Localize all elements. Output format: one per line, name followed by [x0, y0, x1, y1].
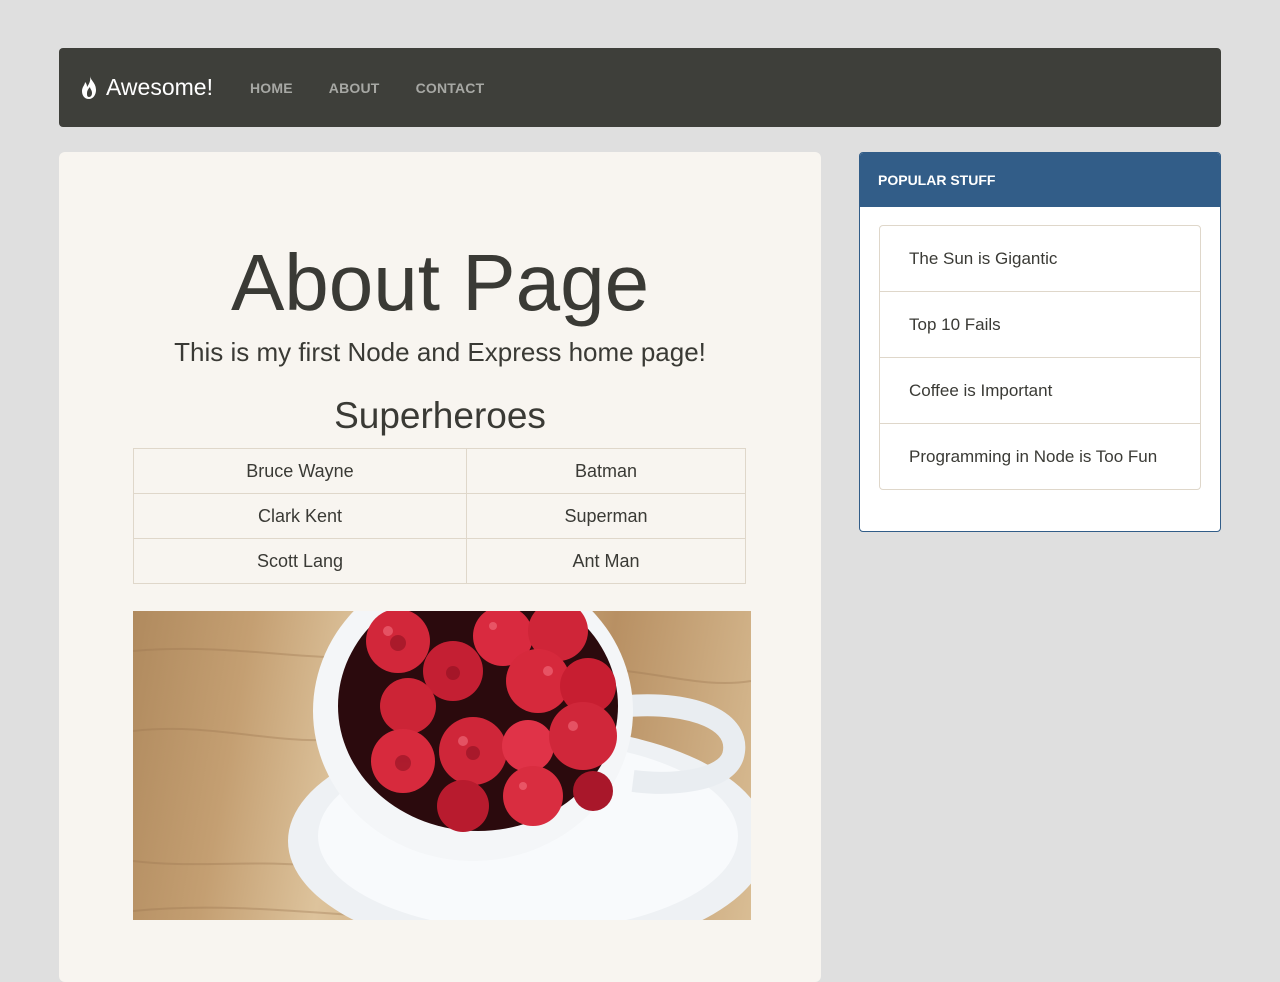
popular-stuff-list: The Sun is Gigantic Top 10 Fails Coffee … — [879, 225, 1201, 490]
hero-alias-cell: Ant Man — [466, 538, 746, 584]
nav-about-link[interactable]: ABOUT — [329, 80, 380, 96]
page-title: About Page — [230, 238, 650, 327]
brand-link[interactable]: Awesome! — [80, 74, 213, 101]
fire-icon — [82, 75, 96, 99]
superheroes-heading: Superheroes — [334, 395, 546, 436]
list-item[interactable]: Coffee is Important — [880, 357, 1200, 423]
superheroes-table: Bruce Wayne Batman Clark Kent Superman S… — [133, 448, 746, 584]
hero-name-cell: Clark Kent — [133, 493, 467, 539]
table-row: Bruce Wayne Batman — [133, 448, 746, 494]
raspberries-photo — [133, 611, 751, 920]
navbar: Awesome! HOME ABOUT CONTACT — [59, 48, 1221, 127]
hero-name-cell: Bruce Wayne — [133, 448, 467, 494]
brand-name: Awesome! — [106, 74, 213, 100]
hero-alias-cell: Superman — [466, 493, 746, 539]
popular-stuff-panel: POPULAR STUFF The Sun is Gigantic Top 10… — [859, 152, 1221, 532]
list-item[interactable]: Programming in Node is Too Fun — [880, 423, 1200, 489]
list-item[interactable]: The Sun is Gigantic — [880, 226, 1200, 291]
table-row: Clark Kent Superman — [133, 493, 746, 539]
raspberries-cup-image — [133, 611, 751, 920]
list-item[interactable]: Top 10 Fails — [880, 291, 1200, 357]
page-tagline: This is my first Node and Express home p… — [174, 337, 706, 367]
nav-home-link[interactable]: HOME — [250, 80, 293, 96]
hero-name-cell: Scott Lang — [133, 538, 467, 584]
hero-alias-cell: Batman — [466, 448, 746, 494]
popular-stuff-heading: POPULAR STUFF — [860, 153, 1220, 207]
table-row: Scott Lang Ant Man — [133, 538, 746, 584]
nav-contact-link[interactable]: CONTACT — [416, 80, 485, 96]
